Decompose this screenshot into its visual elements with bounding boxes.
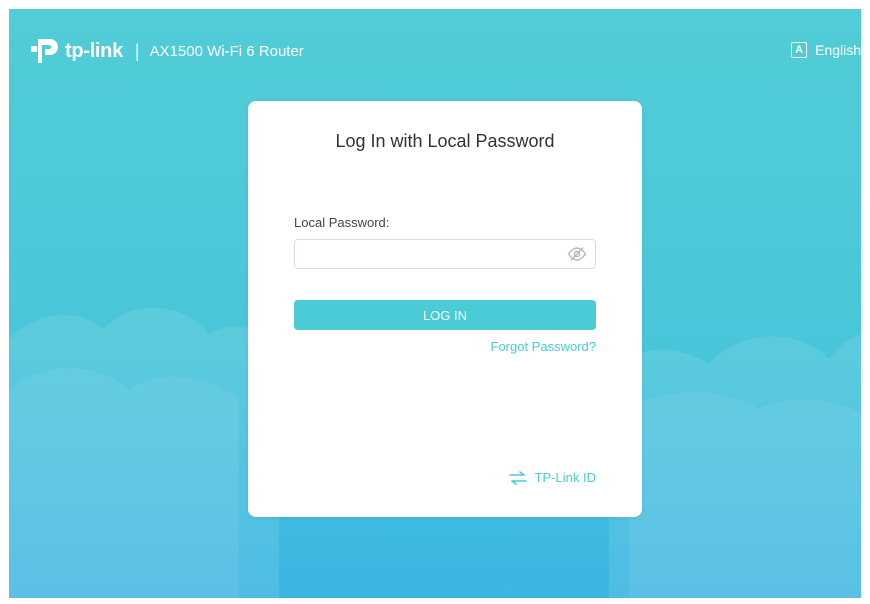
- header-separator: |: [134, 40, 140, 61]
- login-card: Log In with Local Password Local Passwor…: [248, 101, 642, 517]
- login-screen: tp-link | AX1500 Wi-Fi 6 Router A Englis…: [9, 9, 861, 598]
- product-name: AX1500 Wi-Fi 6 Router: [149, 42, 304, 60]
- password-input[interactable]: [295, 240, 571, 268]
- header: tp-link | AX1500 Wi-Fi 6 Router A Englis…: [9, 9, 861, 69]
- language-label: English: [815, 42, 861, 58]
- brand: tp-link | AX1500 Wi-Fi 6 Router: [29, 36, 304, 66]
- login-title: Log In with Local Password: [335, 131, 555, 151]
- tplink-id-link[interactable]: TP-Link ID: [508, 470, 596, 485]
- switch-arrows-icon: [508, 470, 527, 485]
- tplink-id-label: TP-Link ID: [534, 470, 596, 485]
- logo-text: tp-link: [65, 39, 123, 62]
- language-selector[interactable]: A English: [791, 42, 861, 58]
- eye-slash-icon[interactable]: [567, 246, 587, 262]
- forgot-password-link[interactable]: Forgot Password?: [491, 339, 597, 354]
- login-button[interactable]: LOG IN: [294, 300, 596, 330]
- tp-link-logo-icon: [31, 39, 58, 63]
- password-label: Local Password:: [294, 215, 390, 230]
- language-icon: A: [791, 42, 808, 58]
- password-field: [294, 239, 596, 269]
